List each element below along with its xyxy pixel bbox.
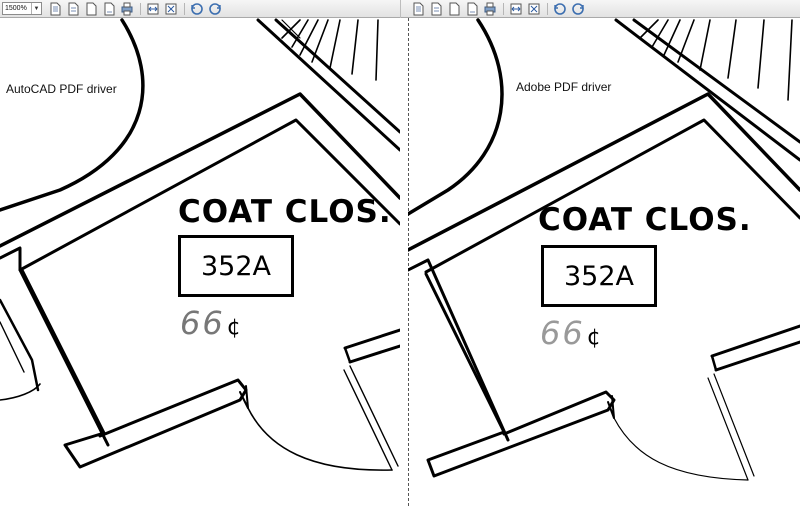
- print-button[interactable]: [483, 2, 497, 16]
- toolbar-left: 1500% ▼: [0, 0, 400, 18]
- room-number-box: 352A: [541, 245, 657, 307]
- fit-page-button[interactable]: [164, 2, 178, 16]
- room-number-label: 352A: [563, 260, 634, 292]
- room-area-label: 66¢: [180, 304, 243, 342]
- pdf-view-adobe[interactable]: Adobe PDF driver COAT CLOS. 352A 66¢: [408, 18, 800, 506]
- fit-page-button[interactable]: [527, 2, 541, 16]
- page-icon: [86, 2, 97, 16]
- printer-icon: [484, 2, 496, 16]
- page-icon: [467, 2, 478, 16]
- rotate-right-icon: [209, 3, 221, 15]
- prev-page-button[interactable]: [429, 2, 443, 16]
- last-page-button[interactable]: [465, 2, 479, 16]
- pdf-view-autocad[interactable]: AutoCAD PDF driver COAT CLOS. 352A 66¢: [0, 18, 400, 506]
- rotate-right-button[interactable]: [208, 2, 222, 16]
- print-button[interactable]: [120, 2, 134, 16]
- rotate-left-button[interactable]: [190, 2, 204, 16]
- room-number-box: 352A: [178, 235, 294, 297]
- toolbar: 1500% ▼: [0, 0, 800, 18]
- room-area-label: 66¢: [540, 314, 603, 352]
- fit-width-button[interactable]: [509, 2, 523, 16]
- last-page-button[interactable]: [102, 2, 116, 16]
- rotate-right-icon: [572, 3, 584, 15]
- room-area-value: 66: [540, 314, 585, 352]
- fit-width-icon: [147, 3, 159, 15]
- printer-icon: [121, 2, 133, 16]
- rotate-right-button[interactable]: [571, 2, 585, 16]
- page-icon: [104, 2, 115, 16]
- fit-width-icon: [510, 3, 522, 15]
- dropdown-arrow-icon[interactable]: ▼: [31, 3, 41, 14]
- first-page-button[interactable]: [411, 2, 425, 16]
- rotate-left-icon: [191, 3, 203, 15]
- room-name-label: COAT CLOS.: [178, 194, 392, 230]
- driver-label: AutoCAD PDF driver: [6, 82, 117, 96]
- room-area-unit: ¢: [586, 325, 603, 350]
- page-icon: [68, 2, 79, 16]
- room-area-unit: ¢: [226, 315, 243, 340]
- fit-width-button[interactable]: [146, 2, 160, 16]
- page-icon: [431, 2, 442, 16]
- page-icon: [50, 2, 61, 16]
- rotate-left-icon: [554, 3, 566, 15]
- toolbar-right: [400, 0, 800, 18]
- toolbar-separator: [547, 3, 548, 15]
- toolbar-separator: [184, 3, 185, 15]
- next-page-button[interactable]: [447, 2, 461, 16]
- rotate-left-button[interactable]: [553, 2, 567, 16]
- room-number-label: 352A: [200, 250, 271, 282]
- room-name-label: COAT CLOS.: [538, 202, 752, 238]
- prev-page-button[interactable]: [66, 2, 80, 16]
- fit-page-icon: [165, 3, 177, 15]
- page-icon: [449, 2, 460, 16]
- first-page-button[interactable]: [48, 2, 62, 16]
- zoom-select[interactable]: 1500% ▼: [2, 2, 42, 15]
- toolbar-separator: [503, 3, 504, 15]
- zoom-value: 1500%: [5, 5, 27, 12]
- fit-page-icon: [528, 3, 540, 15]
- driver-label: Adobe PDF driver: [516, 80, 612, 94]
- toolbar-separator: [140, 3, 141, 15]
- room-area-value: 66: [180, 304, 225, 342]
- next-page-button[interactable]: [84, 2, 98, 16]
- page-icon: [413, 2, 424, 16]
